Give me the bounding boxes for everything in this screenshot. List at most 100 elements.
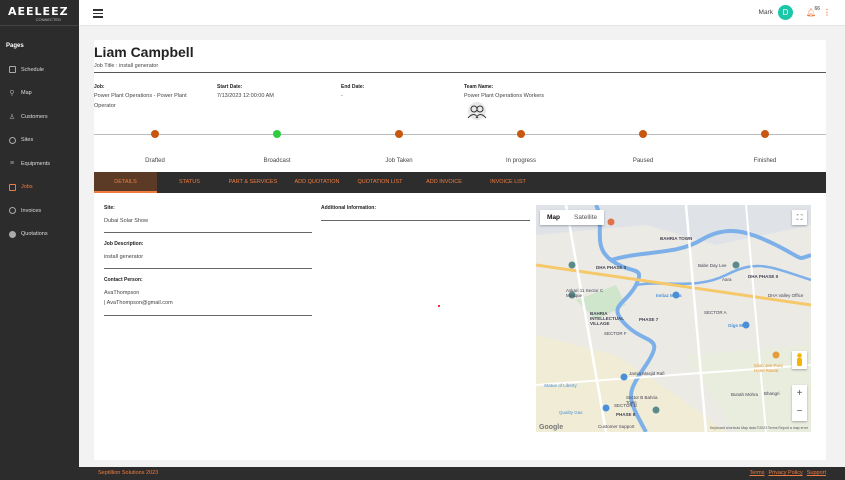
sidebar-item-label: Customers (21, 113, 48, 120)
map-place-label: Bunah Mohra (731, 392, 759, 397)
map-place-label: Mian Jee Punj Hotel Rawat (754, 363, 783, 373)
map-view-button[interactable]: Map (540, 210, 567, 225)
contact-email: | AvaThompson@gmail.com (104, 300, 173, 306)
notification-count: 66 (814, 6, 820, 12)
team-label: Team Name: (464, 84, 494, 90)
main-content: Liam Campbell Job Title : install genera… (79, 26, 845, 467)
tab-add-quotation[interactable]: ADD QUOTATION (291, 172, 343, 193)
contact-person-field: Contact Person: AvaThompson | AvaThompso… (104, 277, 312, 308)
shield-icon (7, 135, 17, 145)
calendar-icon (7, 65, 17, 75)
employee-name: Liam Campbell (94, 44, 194, 60)
timeline-step-label: In progress (505, 158, 536, 164)
sidebar-item-label: Map (21, 90, 32, 97)
map-place-label: BAHRIA INTELLECTUAL VILLAGE (590, 311, 624, 326)
loading-indicator (438, 305, 440, 307)
end-date-value: - (341, 93, 343, 99)
sidebar-item-map[interactable]: ⚲ Map (0, 82, 79, 106)
invoice-icon (7, 206, 17, 216)
map-place-label: SECTOR B (614, 403, 637, 408)
sidebar-item-label: Schedule (21, 66, 44, 73)
start-date-label: Start Date: (217, 84, 243, 90)
more-vertical-icon[interactable]: ⋮ (823, 8, 831, 17)
sidebar-item-label: Jobs (21, 184, 33, 191)
tab-add-invoice[interactable]: ADD INVOICE (419, 172, 469, 193)
site-divider (104, 232, 312, 233)
map-place-label: SECTOR A (704, 310, 727, 315)
map-place-label: Babe Day Lee (698, 263, 727, 268)
zoom-controls: + − (792, 385, 807, 421)
job-value: Power Plant Operations - Power Plant Ope… (94, 93, 187, 109)
zoom-in-button[interactable]: + (792, 385, 807, 403)
page-footer: Septillion Solutions 2023 Terms Privacy … (79, 467, 845, 480)
tab-status[interactable]: STATUS (162, 172, 217, 193)
sidebar-item-schedule[interactable]: Schedule (0, 58, 79, 82)
additional-info-divider (321, 220, 530, 221)
job-label: Job: (94, 84, 105, 90)
fullscreen-icon[interactable]: ⛶ (792, 210, 807, 225)
timeline-step-dot (639, 130, 647, 138)
footer-links: Terms Privacy Policy Support (750, 467, 826, 480)
sidebar-item-label: Sites (21, 137, 34, 144)
map-place-label: DHA PHASE II (748, 274, 779, 279)
site-value: Dubai Solar Show (104, 218, 149, 224)
timeline-step-label: Drafted (145, 158, 165, 164)
brand-logo[interactable]: AEELEEZ CONNECTED (0, 0, 79, 26)
sidebar-item-jobs[interactable]: Jobs (0, 176, 79, 200)
timeline-step-dot (151, 130, 159, 138)
map-place-label: PHASE 7 (639, 317, 659, 322)
sidebar-item-sites[interactable]: Sites (0, 129, 79, 153)
sidebar-section-label: Pages (6, 43, 24, 49)
map-attribution[interactable]: Keyboard shortcuts Map data ©2023 Terms … (536, 425, 811, 432)
timeline-step-dot (395, 130, 403, 138)
timeline-step-label: Finished (753, 158, 777, 164)
job-description-field: Job Description: install generator (104, 241, 312, 262)
timeline-step-dot (761, 130, 769, 138)
job-info: Job: Power Plant Operations - Power Plan… (94, 83, 209, 111)
map-place-label: DHA Valley Office (768, 293, 804, 298)
map-place-label: DHA PHASE II (596, 265, 627, 270)
satellite-view-button[interactable]: Satellite (567, 210, 604, 225)
sidebar-item-customers[interactable]: ♙ Customers (0, 105, 79, 129)
contact-person-label: Contact Person: (104, 277, 143, 283)
map-place-label: Quality Gas (559, 410, 583, 415)
user-icon: ♙ (8, 113, 16, 121)
tab-quotation-list[interactable]: QUOTATION LIST (354, 172, 406, 193)
map-place-label: Aara (722, 277, 732, 282)
user-name[interactable]: Mark (759, 9, 773, 16)
map-widget[interactable]: BAHRIA TOWN DHA PHASE II DHA PHASE II Ba… (536, 205, 811, 432)
job-description-label: Job Description: (104, 241, 144, 247)
timeline-track (94, 134, 826, 135)
hamburger-menu-icon[interactable] (93, 9, 103, 20)
tab-details[interactable]: DETAILS (94, 172, 157, 193)
sidebar: AEELEEZ CONNECTED Pages Schedule ⚲ Map ♙… (0, 0, 79, 480)
timeline-step-label: Job Taken (385, 158, 413, 164)
tab-part-services[interactable]: PART & SERVICES (225, 172, 281, 193)
map-place-label: SECTOR F (604, 331, 627, 336)
sidebar-item-label: Quotations (21, 231, 48, 238)
contact-divider (104, 315, 312, 316)
job-description-value: install generator (104, 254, 144, 260)
sidebar-item-invoices[interactable]: Invoices (0, 199, 79, 223)
quotation-icon (7, 229, 17, 239)
support-link[interactable]: Support (807, 467, 826, 480)
start-date-value: 7/13/2023 12:00:00 AM (217, 93, 274, 99)
timeline-step-label: Broadcast (263, 158, 291, 164)
additional-info-label: Additional Information: (321, 205, 376, 211)
description-divider (104, 268, 312, 269)
street-view-pegman-icon[interactable] (792, 351, 807, 369)
sidebar-item-label: Invoices (21, 207, 42, 214)
sidebar-item-equipments[interactable]: ≡ Equipments (0, 152, 79, 176)
tab-invoice-list[interactable]: INVOICE LIST (482, 172, 534, 193)
header-divider (94, 72, 826, 73)
privacy-policy-link[interactable]: Privacy Policy (769, 467, 803, 480)
list-icon: ≡ (9, 160, 15, 168)
avatar[interactable]: D (778, 5, 793, 20)
terms-link[interactable]: Terms (750, 467, 765, 480)
sidebar-item-quotations[interactable]: Quotations (0, 223, 79, 247)
contact-name: AvaThompson (104, 290, 140, 296)
google-logo: Google (539, 424, 564, 431)
zoom-out-button[interactable]: − (792, 403, 807, 421)
map-place-label: Statue of Liberty (544, 383, 577, 388)
timeline-step-label: Paused (632, 158, 654, 164)
